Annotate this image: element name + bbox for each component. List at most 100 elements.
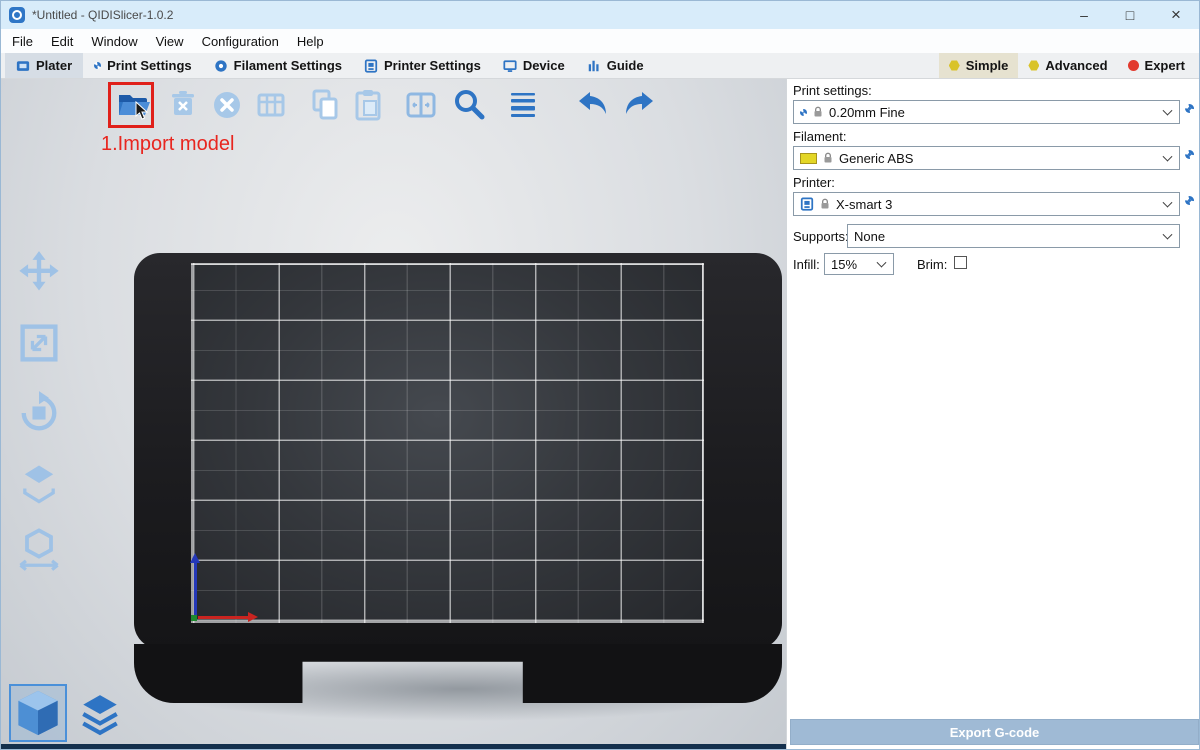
chevron-down-icon (877, 258, 887, 268)
variable-layer-height-icon[interactable] (505, 87, 541, 123)
layers-icon (77, 691, 123, 737)
y-axis-origin-indicator (191, 615, 197, 621)
rotate-icon[interactable] (15, 389, 63, 437)
window-title: *Untitled - QIDISlicer-1.0.2 (32, 8, 173, 22)
menu-window[interactable]: Window (82, 34, 146, 49)
tab-label: Plater (36, 58, 72, 73)
chevron-down-icon (1163, 230, 1173, 240)
search-icon[interactable] (451, 87, 487, 123)
move-icon[interactable] (15, 249, 63, 297)
menu-view[interactable]: View (147, 34, 193, 49)
tab-label: Guide (607, 58, 644, 73)
print-settings-value: 0.20mm Fine (829, 105, 905, 120)
infill-label: Infill: (793, 257, 820, 272)
guide-icon (587, 59, 601, 73)
mode-simple[interactable]: Simple (939, 53, 1019, 78)
gear-icon (94, 62, 101, 69)
edit-filament-button[interactable] (1185, 150, 1194, 159)
mode-label: Simple (966, 58, 1009, 73)
measure-icon[interactable] (15, 526, 63, 574)
chevron-down-icon (1163, 106, 1173, 116)
device-icon (503, 59, 517, 73)
mode-label: Expert (1145, 58, 1185, 73)
viewport-3d-canvas[interactable]: 1.Import model (1, 79, 786, 750)
app-logo-icon (9, 7, 25, 23)
mode-expert[interactable]: Expert (1118, 53, 1195, 78)
split-objects-icon[interactable] (403, 87, 439, 123)
copy-icon[interactable] (307, 87, 343, 123)
supports-value: None (854, 229, 885, 244)
brim-checkbox[interactable] (954, 256, 967, 269)
tab-device[interactable]: Device (492, 53, 576, 78)
tab-printer-settings[interactable]: Printer Settings (353, 53, 492, 78)
tab-plater[interactable]: Plater (5, 53, 83, 78)
advanced-mode-icon (1028, 60, 1039, 71)
bed-grid (191, 263, 704, 623)
status-strip (1, 744, 786, 750)
lock-icon (823, 152, 833, 164)
tab-label: Print Settings (107, 58, 192, 73)
filament-select[interactable]: Generic ABS (793, 146, 1180, 170)
simple-mode-icon (949, 60, 960, 71)
tab-filament-settings[interactable]: Filament Settings (203, 53, 353, 78)
menu-configuration[interactable]: Configuration (193, 34, 288, 49)
filament-value: Generic ABS (839, 151, 913, 166)
filament-label: Filament: (793, 129, 846, 144)
cube-icon (11, 686, 65, 740)
scale-icon[interactable] (15, 319, 63, 367)
window-controls: – □ × (1061, 1, 1199, 29)
printer-select[interactable]: X-smart 3 (793, 192, 1180, 216)
infill-value: 15% (831, 257, 857, 272)
tutorial-step-text: 1.Import model (101, 133, 234, 156)
close-button[interactable]: × (1153, 1, 1199, 29)
infill-select[interactable]: 15% (824, 253, 894, 275)
3d-view-button[interactable] (9, 684, 67, 742)
x-axis-indicator (198, 616, 254, 619)
chevron-down-icon (1163, 198, 1173, 208)
tab-print-settings[interactable]: Print Settings (83, 53, 203, 78)
minimize-button[interactable]: – (1061, 1, 1107, 29)
chevron-down-icon (1163, 152, 1173, 162)
mode-label: Advanced (1045, 58, 1107, 73)
paste-icon[interactable] (351, 87, 387, 123)
supports-label: Supports: (793, 229, 849, 244)
expert-mode-icon (1128, 60, 1139, 71)
tab-label: Device (523, 58, 565, 73)
printer-icon (364, 59, 378, 73)
gear-icon (800, 109, 807, 116)
menubar: File Edit Window View Configuration Help (1, 29, 1199, 53)
redo-icon[interactable] (621, 87, 657, 123)
export-gcode-button[interactable]: Export G-code (790, 719, 1199, 745)
place-on-face-icon[interactable] (15, 459, 63, 507)
tab-guide[interactable]: Guide (576, 53, 655, 78)
menu-edit[interactable]: Edit (42, 34, 82, 49)
brim-label: Brim: (917, 257, 947, 272)
preview-layers-button[interactable] (77, 691, 123, 737)
delete-all-icon[interactable] (209, 87, 245, 123)
print-settings-label: Print settings: (793, 83, 872, 98)
menu-file[interactable]: File (3, 34, 42, 49)
delete-icon[interactable] (165, 87, 201, 123)
tab-label: Printer Settings (384, 58, 481, 73)
mouse-cursor (134, 101, 150, 121)
print-settings-select[interactable]: 0.20mm Fine (793, 100, 1180, 124)
printer-value: X-smart 3 (836, 197, 892, 212)
arrange-icon[interactable] (253, 87, 289, 123)
printer-icon (800, 197, 814, 211)
app-window: *Untitled - QIDISlicer-1.0.2 – □ × File … (0, 0, 1200, 750)
mode-advanced[interactable]: Advanced (1018, 53, 1117, 78)
undo-icon[interactable] (575, 87, 611, 123)
settings-sidebar: Print settings: 0.20mm Fine Filament: Ge… (786, 79, 1200, 750)
tabbar: Plater Print Settings Filament Settings … (1, 53, 1199, 79)
edit-printer-button[interactable] (1185, 196, 1194, 205)
plater-icon (16, 59, 30, 73)
edit-print-settings-button[interactable] (1185, 104, 1194, 113)
menu-help[interactable]: Help (288, 34, 333, 49)
tab-label: Filament Settings (234, 58, 342, 73)
maximize-button[interactable]: □ (1107, 1, 1153, 29)
mode-switcher: Simple Advanced Expert (939, 53, 1199, 78)
supports-select[interactable]: None (847, 224, 1180, 248)
lock-icon (813, 106, 823, 118)
z-axis-indicator (194, 557, 197, 617)
lock-icon (820, 198, 830, 210)
